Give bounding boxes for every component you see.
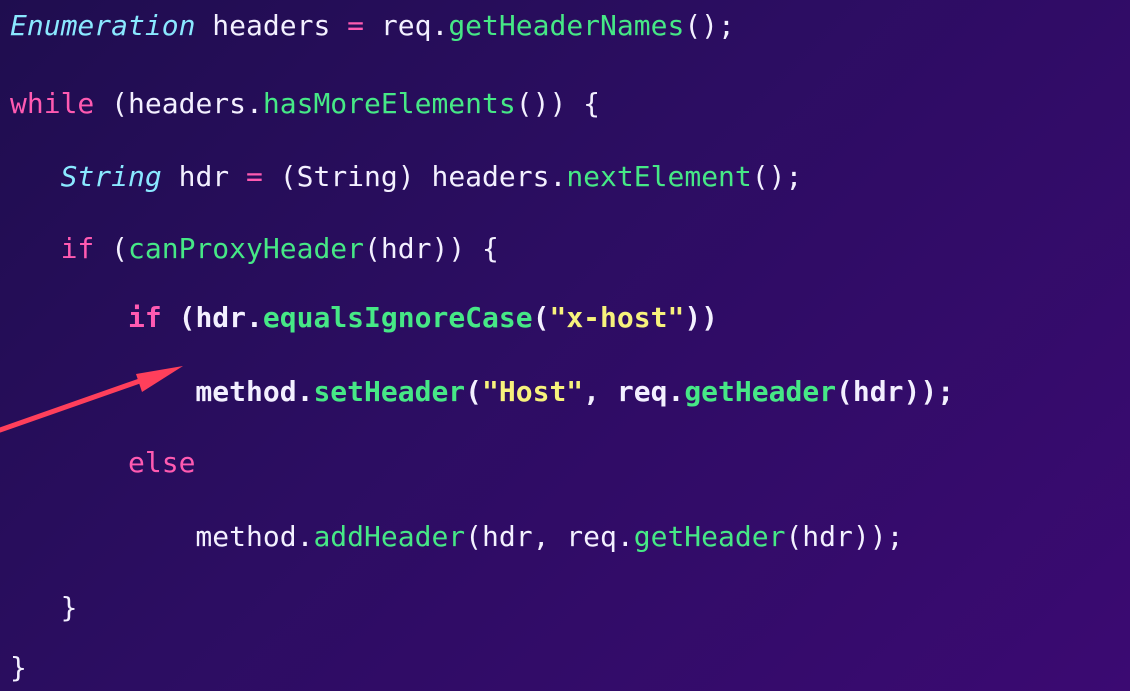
code-token: addHeader [313,520,466,553]
code-token: "Host" [482,375,584,408]
code-token: } [10,651,27,684]
code-token: (hdr. [161,301,263,334]
code-token: ( [465,375,483,408]
code-token: (hdr)); [836,375,955,408]
code-token: ( [94,232,129,265]
code-token: getHeader [684,375,837,408]
code-token: if [128,301,162,334]
code-token: headers [195,9,348,42]
code-line-3: String hdr = (String) headers.nextElemen… [10,157,803,197]
code-line-2: while (headers.hasMoreElements()) { [10,84,600,124]
code-token: getHeaderNames [448,9,685,42]
code-token: (String) headers. [262,160,567,193]
code-token: String [60,160,162,193]
code-token: Enumeration [10,9,196,42]
code-line-9: } [10,588,78,628]
code-token: )) [684,301,719,334]
code-token: while [10,87,95,120]
code-token: (); [684,9,735,42]
code-block: Enumeration headers = req.getHeaderNames… [0,0,1130,691]
code-line-7: else [10,443,195,483]
code-line-1: Enumeration headers = req.getHeaderNames… [10,6,735,46]
code-token: else [128,446,196,479]
code-token: (headers. [94,87,263,120]
code-line-4: if (canProxyHeader(hdr)) { [10,229,499,269]
code-line-6: method.setHeader("Host", req.getHeader(h… [10,372,954,412]
code-token: equalsIgnoreCase [262,301,533,334]
code-token: ( [532,301,550,334]
code-token: nextElement [566,160,752,193]
code-token: (hdr, req. [465,520,634,553]
code-token: canProxyHeader [128,232,365,265]
code-token: = [246,160,263,193]
code-token: getHeader [633,520,786,553]
code-token: req. [364,9,449,42]
code-token: (hdr)) { [364,232,499,265]
code-token: method. [10,375,314,408]
code-token: ()) { [515,87,601,120]
code-token: hasMoreElements [262,87,516,120]
code-token: if [60,232,95,265]
code-line-5: if (hdr.equalsIgnoreCase("x-host")) [10,298,718,338]
code-line-8: method.addHeader(hdr, req.getHeader(hdr)… [10,517,903,557]
code-line-10: } [10,648,27,688]
code-token: , req. [583,375,685,408]
code-token: } [10,591,78,624]
code-token: (); [751,160,803,193]
code-token: = [347,9,365,42]
code-token: method. [10,520,314,553]
code-token: setHeader [313,375,466,408]
code-token: hdr [161,160,247,193]
code-token: "x-host" [549,301,685,334]
code-token: (hdr)); [785,520,904,553]
